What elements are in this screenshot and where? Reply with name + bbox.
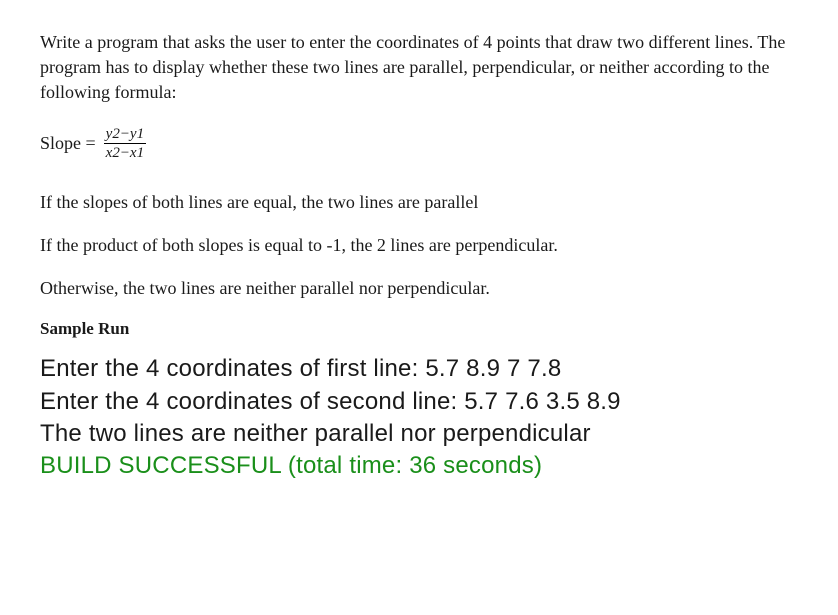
rule-perpendicular: If the product of both slopes is equal t…: [40, 233, 798, 258]
rule-parallel: If the slopes of both lines are equal, t…: [40, 190, 798, 215]
sample-output: Enter the 4 coordinates of first line: 5…: [40, 353, 798, 483]
output-line-3: The two lines are neither parallel nor p…: [40, 418, 798, 450]
build-status: BUILD SUCCESSFUL (total time: 36 seconds…: [40, 450, 798, 482]
slope-formula: Slope = y2−y1 x2−x1: [40, 126, 798, 162]
rule-neither: Otherwise, the two lines are neither par…: [40, 276, 798, 301]
fraction-denominator: x2−x1: [104, 144, 146, 162]
output-line-2: Enter the 4 coordinates of second line: …: [40, 386, 798, 418]
sample-run-heading: Sample Run: [40, 319, 798, 339]
fraction: y2−y1 x2−x1: [104, 126, 146, 162]
output-line-1: Enter the 4 coordinates of first line: 5…: [40, 353, 798, 385]
problem-statement: Write a program that asks the user to en…: [40, 30, 798, 106]
formula-label: Slope =: [40, 133, 96, 154]
fraction-numerator: y2−y1: [104, 126, 146, 145]
